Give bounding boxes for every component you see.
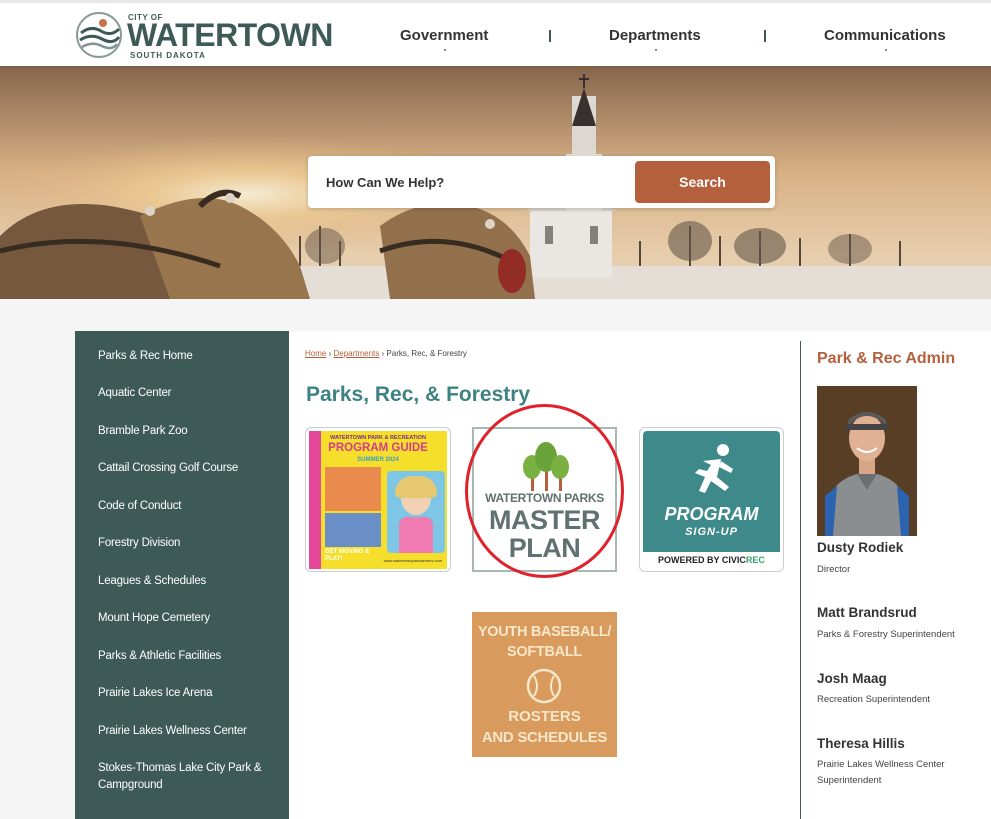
baseball-line4: AND SCHEDULES bbox=[481, 729, 608, 746]
nav-separator bbox=[549, 30, 551, 42]
sidebar-item-forestry-division[interactable]: Forestry Division bbox=[98, 535, 268, 552]
admin-role-3: Prairie Lakes Wellness Center Superinten… bbox=[817, 759, 945, 786]
nav-government[interactable]: Government bbox=[400, 27, 489, 51]
baseball-line3: ROSTERS bbox=[508, 708, 581, 725]
page-title: Parks, Rec, & Forestry bbox=[306, 383, 531, 406]
breadcrumb-current: Parks, Rec, & Forestry bbox=[386, 349, 467, 358]
program-guide-tag: GET MOVING & PLAY! bbox=[325, 549, 370, 562]
sidebar-item-wellness-center[interactable]: Prairie Lakes Wellness Center bbox=[98, 723, 268, 740]
logo-state: SOUTH DAKOTA bbox=[130, 51, 206, 60]
program-signup-tile[interactable]: PROGRAM SIGN-UP POWERED BY CIVICREC bbox=[639, 427, 784, 572]
nav-dot-icon bbox=[654, 49, 657, 51]
watertown-logo-icon bbox=[76, 12, 122, 58]
baseball-line2: SOFTBALL bbox=[507, 644, 582, 660]
nav-communications[interactable]: Communications bbox=[824, 27, 946, 51]
breadcrumb-separator: › bbox=[381, 349, 385, 358]
sidebar-item-golf-course[interactable]: Cattail Crossing Golf Course bbox=[98, 460, 268, 477]
master-plan-line1: WATERTOWN PARKS bbox=[485, 491, 604, 505]
master-plan-tile[interactable]: WATERTOWN PARKS MASTER PLAN bbox=[472, 427, 617, 572]
signup-powered: POWERED BY CIVICREC bbox=[658, 555, 765, 565]
admin-role-1: Parks & Forestry Superintendent bbox=[817, 629, 955, 640]
nav-separator bbox=[764, 30, 766, 42]
sidebar-item-code-of-conduct[interactable]: Code of Conduct bbox=[98, 498, 268, 515]
nav-departments[interactable]: Departments bbox=[609, 27, 701, 51]
breadcrumb-departments-link[interactable]: Departments bbox=[333, 349, 379, 358]
sidebar-item-ice-arena[interactable]: Prairie Lakes Ice Arena bbox=[98, 685, 268, 702]
column-divider bbox=[800, 341, 801, 819]
city-logo[interactable]: CITY OF WATERTOWN SOUTH DAKOTA bbox=[75, 9, 333, 61]
search-input[interactable] bbox=[318, 164, 628, 200]
breadcrumb: Home › Departments › Parks, Rec, & Fores… bbox=[305, 349, 467, 358]
site-header: CITY OF WATERTOWN SOUTH DAKOTA Governmen… bbox=[0, 0, 991, 66]
admin-name-2: Josh Maag bbox=[817, 671, 887, 686]
sidebar-item-athletic-facilities[interactable]: Parks & Athletic Facilities bbox=[98, 648, 268, 665]
admin-role-0: Director bbox=[817, 564, 851, 575]
nav-communications-label: Communications bbox=[824, 27, 946, 44]
sidebar-item-aquatic-center[interactable]: Aquatic Center bbox=[98, 385, 268, 402]
nav-dot-icon bbox=[444, 49, 447, 51]
youth-baseball-tile[interactable]: YOUTH BASEBALL/ SOFTBALL ROSTERS AND SCH… bbox=[472, 612, 617, 757]
trees-icon bbox=[523, 442, 569, 491]
admin-role-2: Recreation Superintendent bbox=[817, 694, 931, 705]
nav-departments-label: Departments bbox=[609, 27, 701, 44]
program-guide-url: www.watertownparksandrec.com bbox=[383, 558, 443, 563]
nav-government-label: Government bbox=[400, 27, 489, 44]
breadcrumb-home-link[interactable]: Home bbox=[305, 349, 326, 358]
photo-team-icon bbox=[325, 513, 381, 547]
sidebar-nav: Parks & Rec Home Aquatic Center Bramble … bbox=[75, 331, 289, 819]
program-guide-title: PROGRAM GUIDE bbox=[328, 442, 428, 454]
master-plan-line3: PLAN bbox=[508, 533, 581, 563]
sidebar-item-leagues-schedules[interactable]: Leagues & Schedules bbox=[98, 573, 268, 590]
program-guide-top: WATERTOWN PARK & RECREATION bbox=[330, 435, 426, 441]
admin-name-0: Dusty Rodiek bbox=[817, 540, 904, 555]
program-guide-cover: WATERTOWN PARK & RECREATION PROGRAM GUID… bbox=[309, 431, 447, 569]
logo-name: WATERTOWN bbox=[127, 17, 333, 53]
portrait-icon bbox=[817, 386, 917, 536]
runner-icon bbox=[695, 444, 733, 493]
admin-name-3: Theresa Hillis bbox=[817, 736, 905, 751]
sidebar-item-parks-rec-home[interactable]: Parks & Rec Home bbox=[98, 348, 268, 365]
program-guide-tile[interactable]: WATERTOWN PARK & RECREATION PROGRAM GUID… bbox=[305, 427, 451, 572]
master-plan-line2: MASTER bbox=[489, 505, 601, 535]
nav-dot-icon bbox=[884, 49, 887, 51]
program-guide-season: SUMMER 2024 bbox=[357, 457, 399, 463]
signup-cover: PROGRAM SIGN-UP POWERED BY CIVICREC bbox=[643, 431, 780, 568]
admin-name-1: Matt Brandsrud bbox=[817, 605, 917, 620]
photo-girl-icon bbox=[387, 471, 445, 553]
baseball-line1: YOUTH BASEBALL/ bbox=[477, 624, 612, 640]
photo-kids-icon bbox=[325, 467, 381, 511]
admin-section-title: Park & Rec Admin bbox=[817, 350, 956, 367]
sidebar-item-mount-hope-cemetery[interactable]: Mount Hope Cemetery bbox=[98, 610, 268, 627]
search-button[interactable]: Search bbox=[635, 161, 770, 203]
director-photo bbox=[817, 386, 917, 536]
baseball-icon bbox=[526, 668, 562, 704]
signup-line1: PROGRAM bbox=[664, 504, 759, 524]
sidebar-item-stokes-thomas-park[interactable]: Stokes-Thomas Lake City Park & Campgroun… bbox=[98, 760, 268, 794]
signup-line2: SIGN-UP bbox=[685, 526, 738, 538]
sidebar-item-bramble-park-zoo[interactable]: Bramble Park Zoo bbox=[98, 423, 268, 440]
search-bar: Search bbox=[308, 156, 775, 208]
breadcrumb-separator: › bbox=[328, 349, 332, 358]
